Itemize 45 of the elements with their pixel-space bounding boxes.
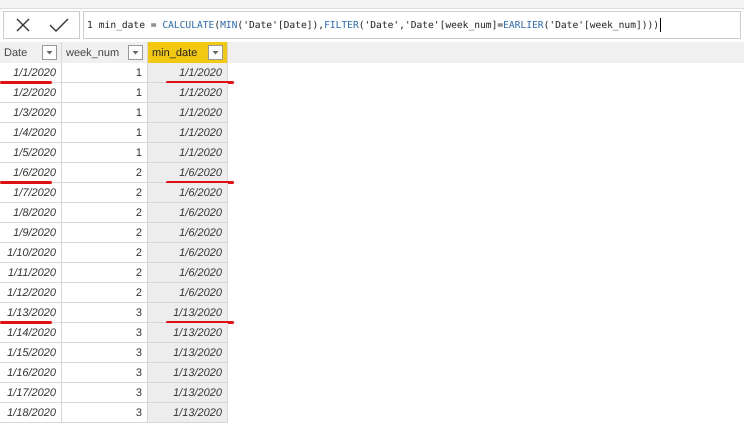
table-cell: 1/2/2020 xyxy=(0,83,62,103)
table-cell: 1/6/2020 xyxy=(148,283,228,303)
table-cell: 1/5/2020 xyxy=(0,143,62,163)
column-header[interactable]: week_num xyxy=(62,42,148,63)
table-cell: 1/1/2020 xyxy=(148,83,228,103)
table-cell: 1/8/2020 xyxy=(0,203,62,223)
dropdown-icon[interactable] xyxy=(128,45,143,60)
table-cell: 1/3/2020 xyxy=(0,103,62,123)
table-cell: 1/14/2020 xyxy=(0,323,62,343)
table-cell: 1/13/2020 xyxy=(148,403,228,423)
table-cell: 1/10/2020 xyxy=(0,243,62,263)
text-cursor xyxy=(660,18,662,32)
dropdown-icon[interactable] xyxy=(208,45,223,60)
table-cell: 1/13/2020 xyxy=(148,363,228,383)
table-cell: 1/18/2020 xyxy=(0,403,62,423)
column-header[interactable]: min_date xyxy=(148,42,228,63)
line-number: 1 xyxy=(87,20,93,30)
table-cell: 1/1/2020 xyxy=(148,143,228,163)
table-cell: 1/7/2020 xyxy=(0,183,62,203)
table-cell: 1/15/2020 xyxy=(0,343,62,363)
table-cell: 1/13/2020 xyxy=(148,343,228,363)
table-cell: 1/6/2020 xyxy=(148,203,228,223)
table-cell: 1/6/2020 xyxy=(0,163,62,183)
dropdown-icon[interactable] xyxy=(42,45,57,60)
table-cell: 1/11/2020 xyxy=(0,263,62,283)
table-cell: 1/16/2020 xyxy=(0,363,62,383)
table-cell: 1/13/2020 xyxy=(0,303,62,323)
table-cell: 1/1/2020 xyxy=(0,63,62,83)
column-header[interactable]: Date xyxy=(0,42,62,63)
checkmark-icon[interactable] xyxy=(48,17,68,33)
formula-text: min_date = CALCULATE(MIN('Date'[Date]),FILTER('Date','Date'[week_num]=EARLIER('Date'[week_num]))) xyxy=(98,20,660,30)
table-cell: 1/6/2020 xyxy=(148,223,228,243)
table-cell: 1/6/2020 xyxy=(148,263,228,283)
table-cell: 1/1/2020 xyxy=(148,123,228,143)
formula-input-field[interactable]: 1 min_date = CALCULATE(MIN('Date'[Date]),FILTER('Date','Date'[week_num]=EARLIER('Date'[week_num]))) xyxy=(83,11,741,39)
table-cell: 1/12/2020 xyxy=(0,283,62,303)
table-cell: 1/6/2020 xyxy=(148,183,228,203)
table-cell: 1/17/2020 xyxy=(0,383,62,403)
table-cell: 1/13/2020 xyxy=(148,323,228,343)
table-cell: 1/9/2020 xyxy=(0,223,62,243)
table-cell: 1/6/2020 xyxy=(148,243,228,263)
table-cell: 1/1/2020 xyxy=(148,103,228,123)
table-cell: 1/13/2020 xyxy=(148,383,228,403)
table-cell: 1/4/2020 xyxy=(0,123,62,143)
close-icon[interactable] xyxy=(14,17,30,33)
